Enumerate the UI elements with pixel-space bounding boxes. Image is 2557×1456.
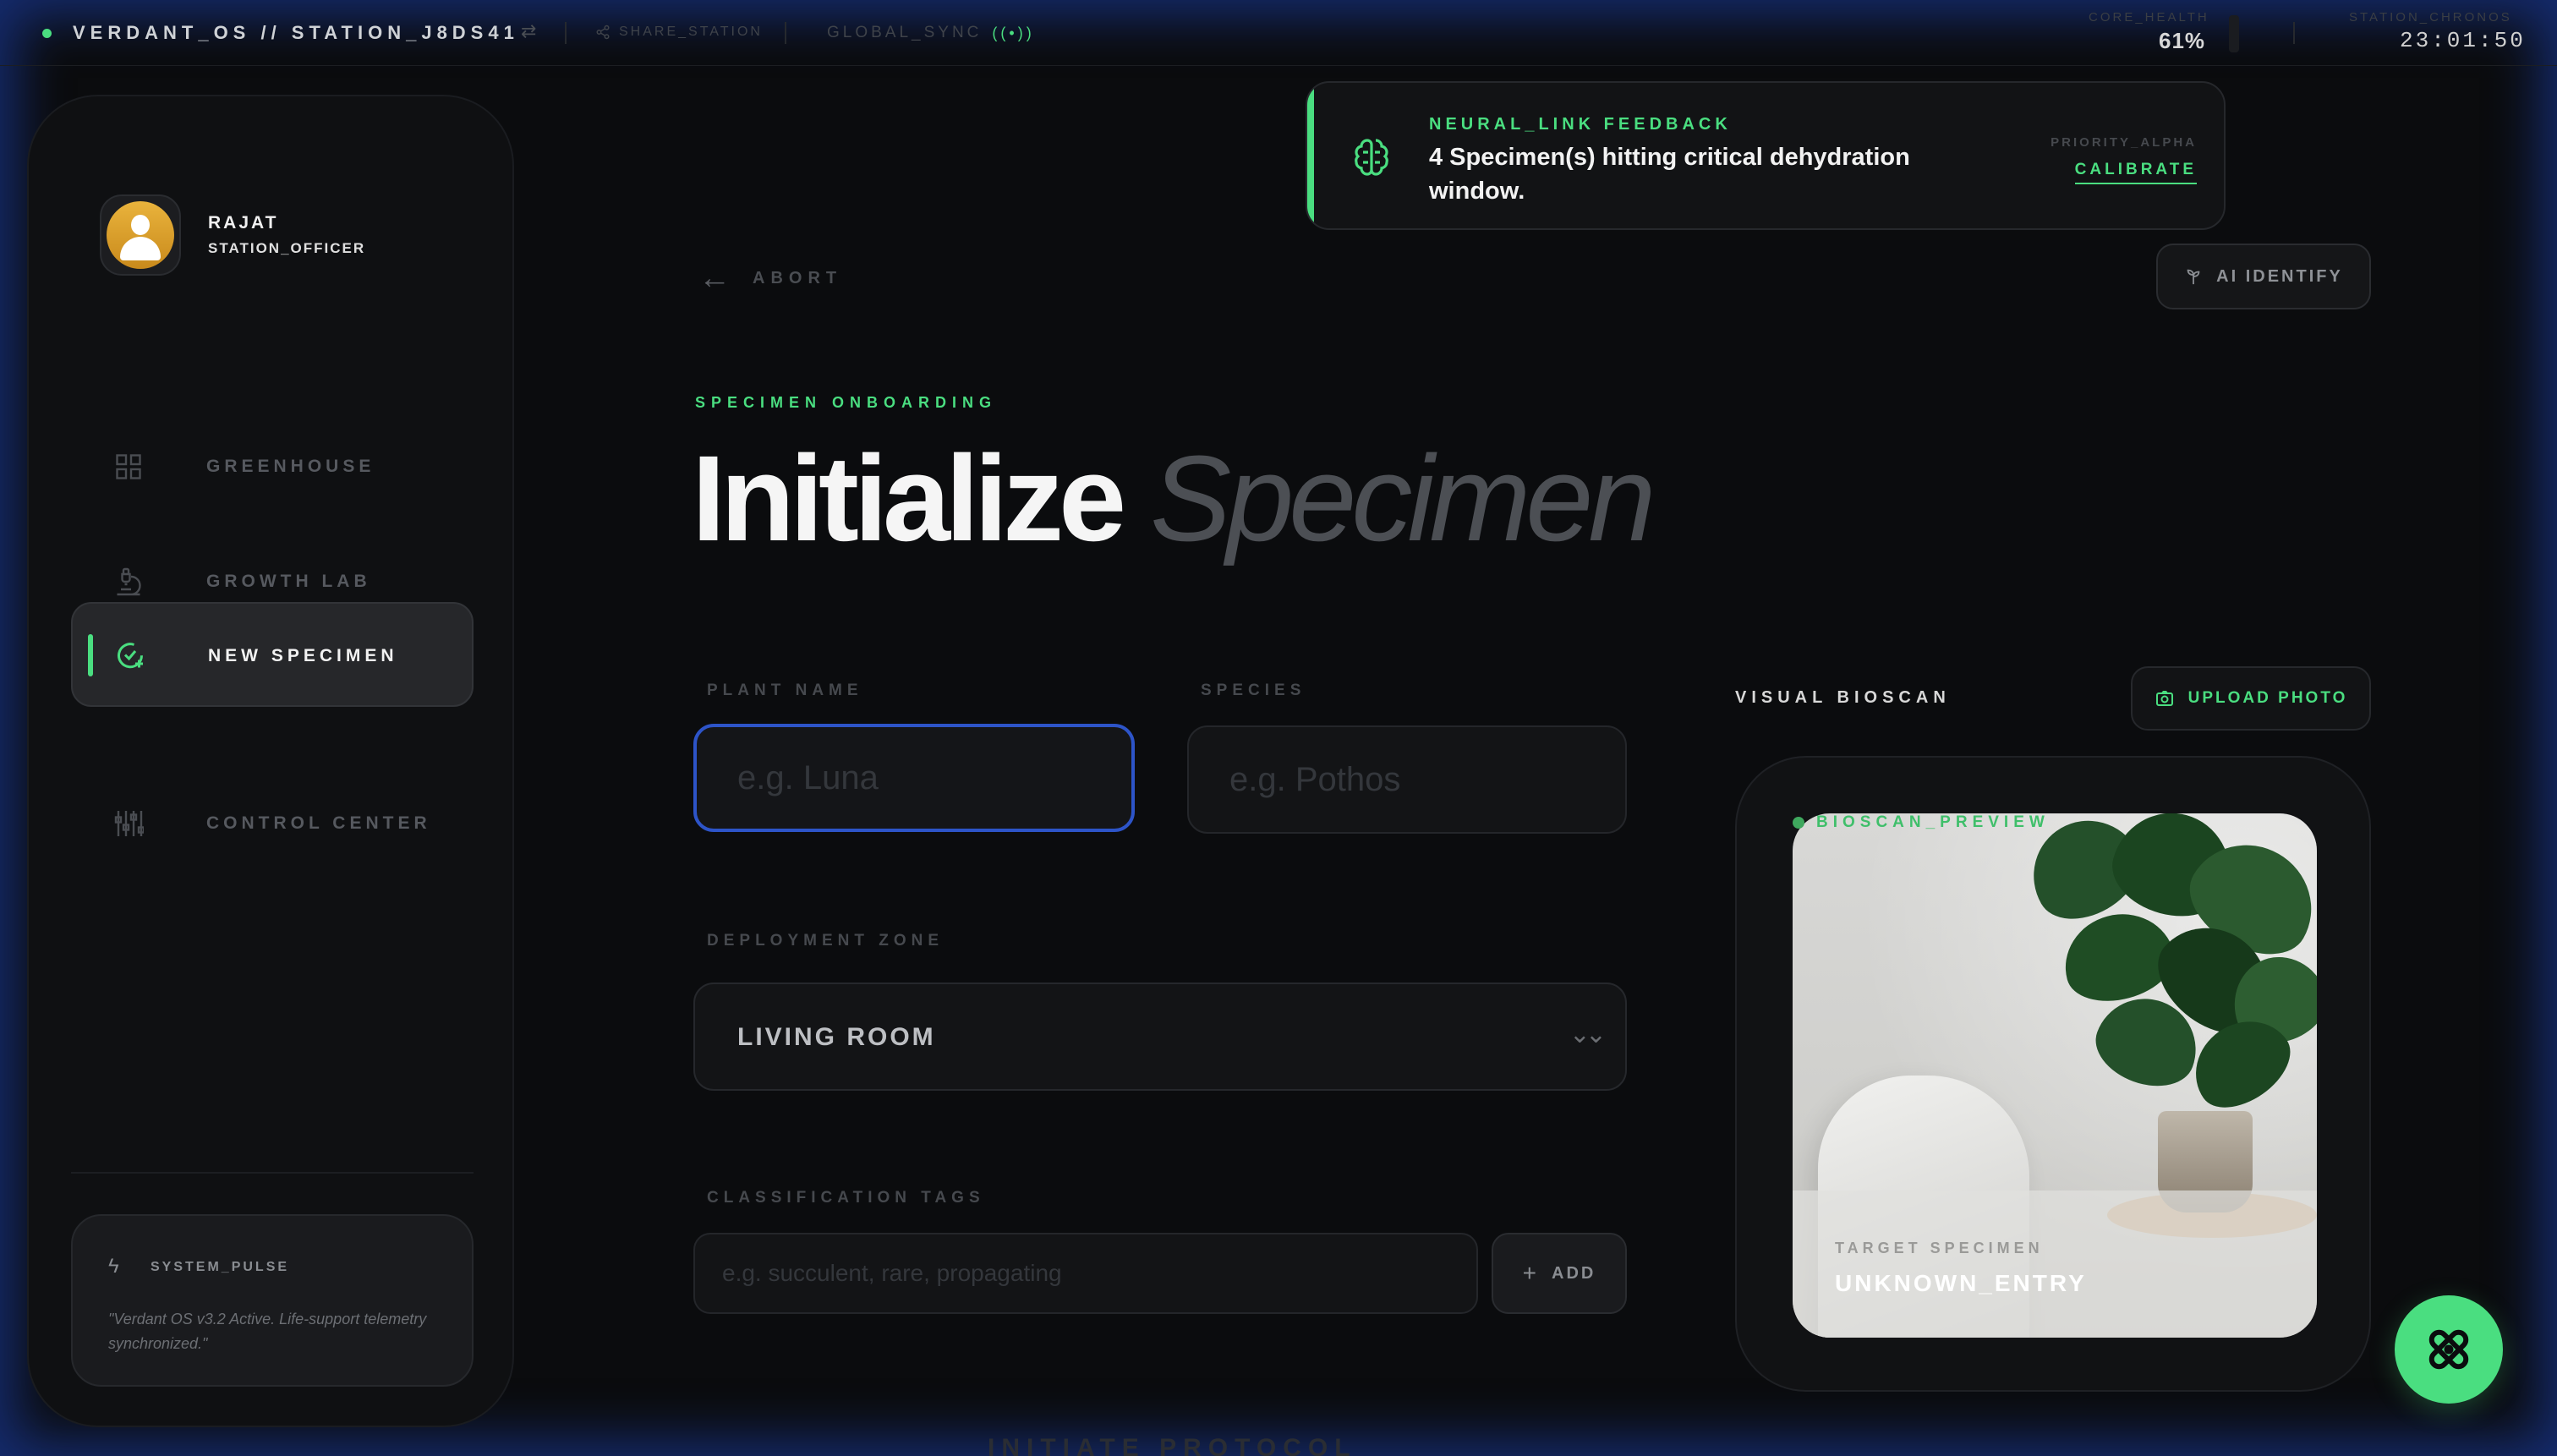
sidebar-item-new-specimen[interactable]: NEW SPECIMEN: [71, 602, 474, 707]
core-health-value: 61%: [2159, 28, 2206, 53]
deployment-zone-label: DEPLOYMENT ZONE: [707, 932, 945, 950]
user-role: STATION_OFFICER: [208, 240, 366, 256]
sprout-icon: [2187, 269, 2200, 285]
initiate-button[interactable]: INITIATE PROTOCOL: [988, 1434, 1357, 1456]
priority-label: PRIORITY_ALPHA: [2051, 135, 2197, 150]
global-sync-label: GLOBAL_SYNC: [827, 24, 983, 41]
visual-bioscan-label: VISUAL BIOSCAN: [1735, 688, 1951, 707]
bandage-icon: [2428, 1329, 2469, 1370]
notification-title: NEURAL_LINK FEEDBACK: [1429, 115, 1732, 134]
ai-identify-button[interactable]: AI IDENTIFY: [2156, 244, 2371, 309]
user-avatar-icon: [107, 201, 174, 269]
target-overlay: [1793, 1191, 2317, 1338]
sidebar-item-label: GROWTH LAB: [206, 572, 371, 591]
deployment-zone-select[interactable]: LIVING ROOM ⌄⌄: [693, 983, 1627, 1091]
active-indicator: [88, 634, 93, 676]
species-label: SPECIES: [1201, 681, 1306, 699]
system-pulse-label: SYSTEM_PULSE: [151, 1260, 290, 1274]
abort-button[interactable]: ← ABORT: [698, 262, 842, 294]
bioscan-card: TARGET SPECIMEN UNKNOWN_ENTRY BIOSCAN_PR…: [1735, 756, 2371, 1392]
sidebar-item-greenhouse[interactable]: GREENHOUSE: [71, 414, 474, 519]
top-bar: VERDANT_OS // STATION_J8DS41 ⇄ SHARE_STA…: [0, 0, 2557, 66]
sidebar-item-label: GREENHOUSE: [206, 457, 375, 476]
user-name: RAJAT: [208, 213, 279, 233]
ai-identify-label: AI IDENTIFY: [2216, 266, 2343, 286]
brain-icon: [1355, 139, 1388, 176]
abort-label: ABORT: [753, 268, 843, 287]
share-station-label: SHARE_STATION: [619, 25, 763, 39]
sidebar-divider: [71, 1172, 474, 1174]
arrow-left-icon: ←: [698, 260, 731, 296]
tags-input[interactable]: [693, 1233, 1478, 1314]
section-eyebrow: SPECIMEN ONBOARDING: [695, 394, 998, 411]
sidebar-item-label: NEW SPECIMEN: [208, 646, 398, 665]
calibrate-link[interactable]: CALIBRATE: [2074, 161, 2197, 184]
share-station-button[interactable]: SHARE_STATION: [595, 25, 763, 40]
chronos-clock: 23:01:50: [2400, 28, 2526, 53]
divider: [565, 22, 567, 44]
preview-dot: [1793, 817, 1804, 829]
sidebar-item-control-center[interactable]: CONTROL CENTER: [71, 771, 474, 876]
deployment-zone-value: LIVING ROOM: [737, 1023, 936, 1051]
classification-tags-label: CLASSIFICATION TAGS: [707, 1189, 985, 1207]
system-pulse-card: ϟ SYSTEM_PULSE "Verdant OS v3.2 Active. …: [71, 1214, 474, 1387]
title-light: Specimen: [1150, 430, 1656, 567]
share-icon: [596, 25, 610, 40]
species-input[interactable]: [1187, 725, 1627, 834]
system-pulse-text: "Verdant OS v3.2 Active. Life-support te…: [108, 1311, 427, 1352]
divider: [785, 22, 786, 44]
notification-message: 4 Specimen(s) hitting critical dehydrati…: [1429, 144, 1910, 205]
bolt-icon: ϟ: [108, 1255, 119, 1278]
add-tag-label: ADD: [1552, 1263, 1596, 1283]
microscope-icon: [117, 567, 141, 596]
global-sync[interactable]: GLOBAL_SYNC ((•)): [827, 24, 1035, 42]
title-strong: Initialize: [692, 430, 1126, 567]
core-health-bar: [2229, 15, 2239, 52]
notification-accent: [1307, 83, 1314, 228]
target-specimen-label: TARGET SPECIMEN: [1835, 1240, 2044, 1256]
core-health-label: CORE_HEALTH: [2089, 10, 2209, 25]
chronos-label: STATION_CHRONOS: [2349, 10, 2512, 25]
signal-icon: ((•)): [992, 24, 1035, 41]
app-window: VERDANT_OS // STATION_J8DS41 ⇄ SHARE_STA…: [0, 0, 2557, 1456]
bioscan-preview-tag: BIOSCAN_PREVIEW: [1793, 813, 2050, 832]
target-specimen-value: UNKNOWN_ENTRY: [1835, 1270, 2087, 1296]
upload-photo-label: UPLOAD PHOTO: [2187, 689, 2348, 707]
swap-station-icon[interactable]: ⇄: [521, 20, 536, 42]
station-brand: VERDANT_OS // STATION_J8DS41: [73, 22, 519, 43]
bandage-fab[interactable]: [2395, 1295, 2503, 1404]
sliders-icon: [114, 811, 144, 836]
avatar[interactable]: [100, 194, 181, 276]
check-add-icon: [118, 643, 143, 669]
divider: [2293, 22, 2295, 44]
neural-link-notification: NEURAL_LINK FEEDBACK 4 Specimen(s) hitti…: [1306, 81, 2226, 230]
sidebar: RAJAT STATION_OFFICER GREENHOUSE GROWTH …: [27, 95, 514, 1427]
grid-icon: [116, 454, 141, 479]
plant-name-input[interactable]: [693, 724, 1135, 832]
add-tag-button[interactable]: + ADD: [1492, 1233, 1627, 1314]
chevron-down-icon: ⌄⌄: [1569, 1021, 1607, 1048]
camera-icon: [2155, 691, 2173, 706]
sidebar-item-label: CONTROL CENTER: [206, 813, 431, 833]
initiate-label: INITIATE PROTOCOL: [988, 1434, 1357, 1456]
bioscan-preview-label: BIOSCAN_PREVIEW: [1816, 813, 2050, 831]
plant-name-label: PLANT NAME: [707, 681, 863, 699]
specimen-photo[interactable]: TARGET SPECIMEN UNKNOWN_ENTRY: [1793, 813, 2317, 1338]
plus-icon: +: [1522, 1260, 1536, 1286]
upload-photo-button[interactable]: UPLOAD PHOTO: [2131, 666, 2371, 731]
status-dot: [42, 29, 52, 38]
page-title: Initialize Specimen: [692, 430, 1656, 567]
